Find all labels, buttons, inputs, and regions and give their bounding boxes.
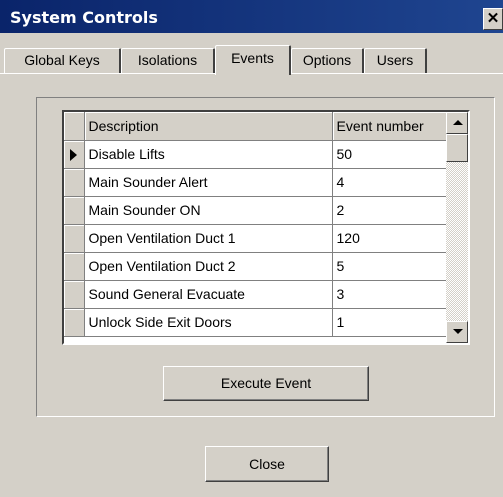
tab-events[interactable]: Events	[215, 45, 291, 75]
row-description[interactable]: Open Ventilation Duct 2	[84, 252, 333, 281]
row-indicator[interactable]	[64, 168, 85, 197]
execute-event-label: Execute Event	[220, 375, 312, 391]
scrollbar-thumb[interactable]	[446, 134, 468, 162]
row-description[interactable]: Main Sounder ON	[84, 196, 333, 225]
table-row[interactable]: Open Ventilation Duct 2 5	[64, 252, 447, 281]
table-row[interactable]: Disable Lifts 50	[64, 140, 447, 169]
column-header-event-number[interactable]: Event number	[332, 112, 447, 141]
arrow-up-icon	[453, 120, 463, 125]
row-indicator[interactable]	[64, 280, 85, 309]
table-header-row: Description Event number	[64, 112, 447, 141]
row-event-number[interactable]: 1	[332, 308, 447, 337]
scroll-up-button[interactable]	[446, 112, 468, 134]
close-icon: ✕	[486, 10, 500, 27]
scroll-down-button[interactable]	[446, 321, 468, 343]
row-description[interactable]: Sound General Evacuate	[84, 280, 333, 309]
tab-label: Options	[302, 52, 352, 68]
events-table: Description Event number Disable Lifts 5…	[64, 112, 447, 337]
tab-isolations[interactable]: Isolations	[121, 48, 215, 73]
events-grid[interactable]: Description Event number Disable Lifts 5…	[62, 110, 470, 345]
tab-global-keys[interactable]: Global Keys	[4, 48, 121, 73]
row-indicator[interactable]	[64, 252, 85, 281]
row-description[interactable]: Main Sounder Alert	[84, 168, 333, 197]
arrow-down-icon	[453, 329, 463, 334]
tab-label: Global Keys	[24, 52, 100, 68]
row-event-number[interactable]: 120	[332, 224, 447, 253]
row-event-number[interactable]: 50	[332, 140, 447, 169]
tab-options[interactable]: Options	[291, 48, 364, 73]
close-button[interactable]: Close	[205, 446, 329, 482]
row-event-number[interactable]: 2	[332, 196, 447, 225]
table-row[interactable]: Open Ventilation Duct 1 120	[64, 224, 447, 253]
table-row[interactable]: Unlock Side Exit Doors 1	[64, 308, 447, 337]
close-label: Close	[249, 456, 285, 472]
tab-label: Users	[376, 52, 414, 68]
row-indicator[interactable]	[64, 196, 85, 225]
close-window-button[interactable]: ✕	[483, 8, 503, 30]
tab-label: Isolations	[137, 52, 198, 68]
row-description[interactable]: Unlock Side Exit Doors	[84, 308, 333, 337]
row-indicator[interactable]	[64, 140, 85, 169]
execute-event-button[interactable]: Execute Event	[163, 366, 369, 401]
row-event-number[interactable]: 3	[332, 280, 447, 309]
row-event-number[interactable]: 5	[332, 252, 447, 281]
tab-users[interactable]: Users	[364, 48, 427, 73]
table-row[interactable]: Main Sounder Alert 4	[64, 168, 447, 197]
row-description[interactable]: Open Ventilation Duct 1	[84, 224, 333, 253]
column-header-description[interactable]: Description	[84, 112, 333, 141]
table-row[interactable]: Sound General Evacuate 3	[64, 280, 447, 309]
current-row-arrow-icon	[70, 148, 77, 161]
title-bar: System Controls ✕	[0, 0, 503, 33]
row-indicator[interactable]	[64, 308, 85, 337]
vertical-scrollbar[interactable]	[446, 112, 468, 343]
row-indicator[interactable]	[64, 224, 85, 253]
tab-label: Events	[231, 50, 274, 66]
row-event-number[interactable]: 4	[332, 168, 447, 197]
header-indicator-cell	[64, 112, 85, 141]
window-title: System Controls	[10, 8, 158, 27]
row-description[interactable]: Disable Lifts	[84, 140, 333, 169]
table-row[interactable]: Main Sounder ON 2	[64, 196, 447, 225]
